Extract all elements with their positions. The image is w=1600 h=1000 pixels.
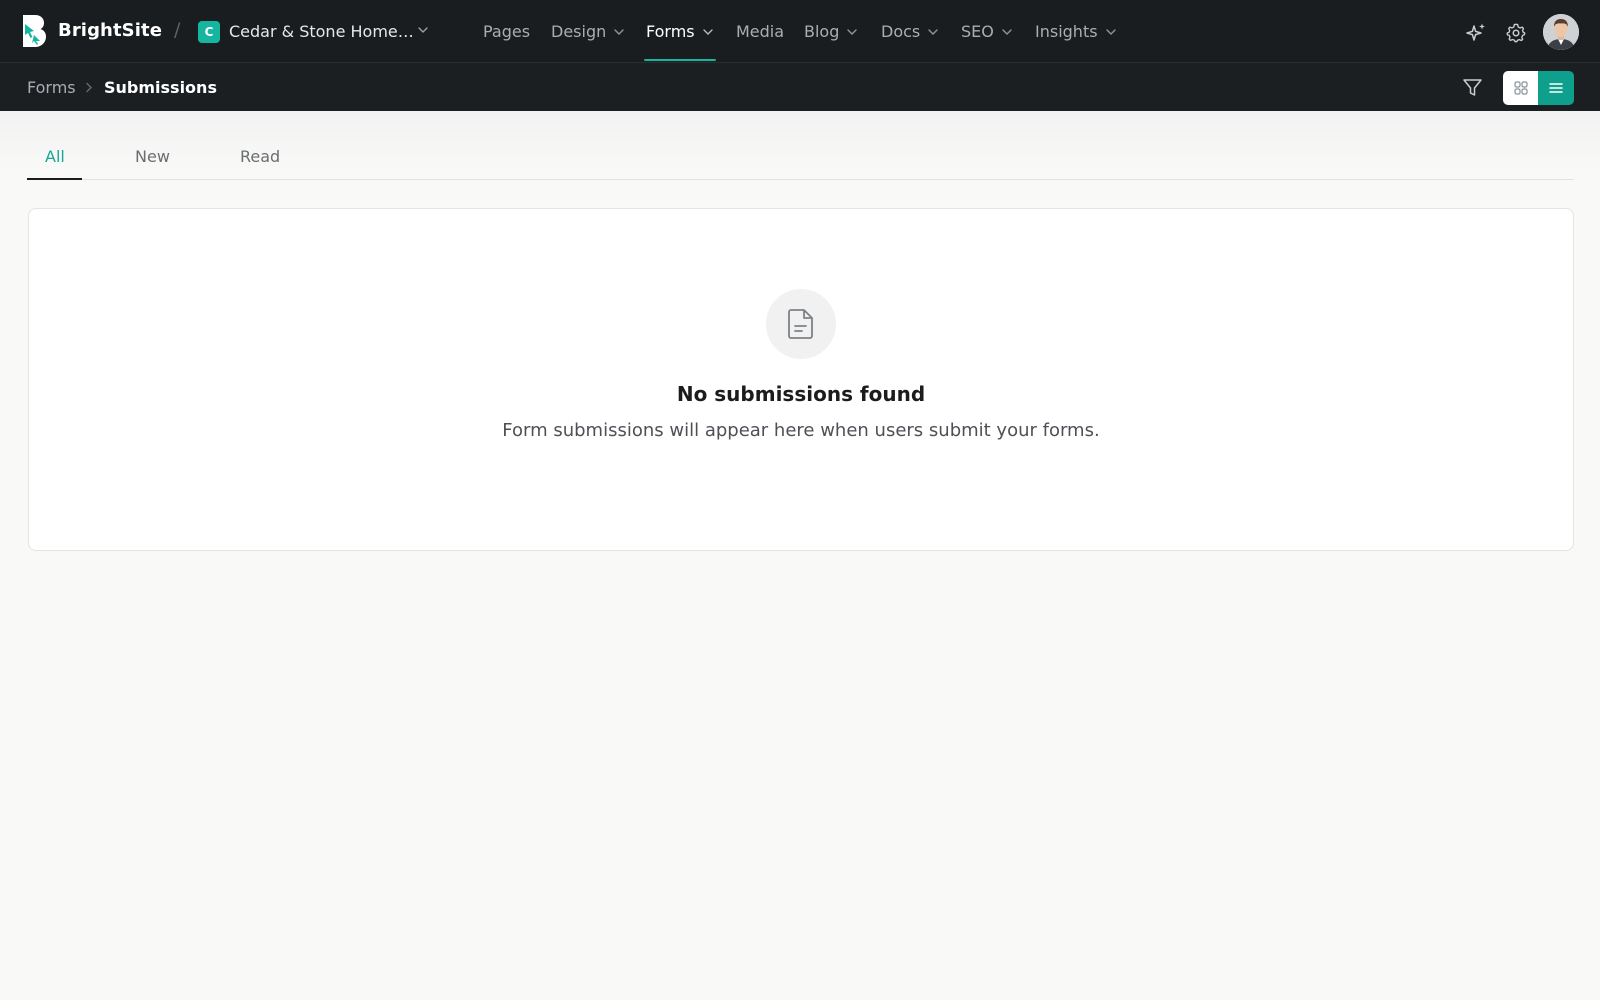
gear-icon[interactable] xyxy=(1505,22,1527,44)
nav-label: Pages xyxy=(483,22,531,41)
chevron-down-icon xyxy=(928,29,938,35)
empty-state-card: No submissions found Form submissions wi… xyxy=(28,208,1574,551)
nav-label: Media xyxy=(736,22,785,41)
nav-label: Docs xyxy=(881,22,921,41)
nav-media[interactable]: Media xyxy=(736,0,784,63)
filter-icon[interactable] xyxy=(1462,78,1483,98)
empty-state-icon-circle xyxy=(766,289,836,359)
tab-new[interactable]: New xyxy=(135,147,170,166)
nav-design[interactable]: Design xyxy=(551,0,624,63)
avatar-portrait-icon xyxy=(1543,14,1579,50)
brightsite-logo-icon[interactable] xyxy=(21,15,46,47)
user-avatar[interactable] xyxy=(1543,14,1579,50)
chevron-down-icon xyxy=(702,29,713,35)
breadcrumb-current: Submissions xyxy=(104,78,217,97)
list-view-icon xyxy=(1549,83,1563,93)
empty-state-title: No submissions found xyxy=(676,382,926,406)
site-switcher[interactable]: Cedar & Stone Home… xyxy=(229,22,414,41)
tab-all[interactable]: All xyxy=(45,147,65,166)
chevron-down-icon[interactable] xyxy=(418,27,428,33)
breadcrumb-forms[interactable]: Forms xyxy=(27,78,76,97)
sparkle-icon[interactable] xyxy=(1465,22,1487,44)
nav-label: SEO xyxy=(961,22,994,41)
site-badge[interactable]: C xyxy=(198,21,220,43)
tab-read[interactable]: Read xyxy=(240,147,280,166)
grid-view-icon xyxy=(1513,81,1528,95)
chevron-down-icon xyxy=(1105,29,1116,35)
chevron-right-icon xyxy=(86,82,92,93)
brand-separator: / xyxy=(174,19,181,41)
nav-pages[interactable]: Pages xyxy=(483,0,530,63)
nav-blog[interactable]: Blog xyxy=(804,0,858,63)
nav-active-indicator xyxy=(644,59,716,61)
tab-active-indicator xyxy=(27,178,82,180)
nav-label: Forms xyxy=(646,22,695,41)
top-navbar: BrightSite / C Cedar & Stone Home… Pages… xyxy=(0,0,1600,63)
breadcrumb-bar: Forms Submissions xyxy=(0,63,1600,111)
chevron-down-icon xyxy=(1002,29,1012,35)
empty-state-description: Form submissions will appear here when u… xyxy=(502,420,1100,441)
chevron-down-icon xyxy=(614,29,624,35)
grid-view-button[interactable] xyxy=(1503,71,1538,105)
view-toggle xyxy=(1503,71,1574,105)
tabs-divider xyxy=(27,179,1574,180)
nav-label: Design xyxy=(551,22,607,41)
nav-label: Blog xyxy=(804,22,840,41)
nav-label: Insights xyxy=(1035,22,1098,41)
brand-name[interactable]: BrightSite xyxy=(58,20,162,41)
chevron-down-icon xyxy=(847,29,858,35)
document-icon xyxy=(788,309,813,339)
nav-seo[interactable]: SEO xyxy=(961,0,1012,63)
list-view-button[interactable] xyxy=(1538,71,1574,105)
nav-forms[interactable]: Forms xyxy=(646,0,713,63)
nav-docs[interactable]: Docs xyxy=(881,0,938,63)
nav-insights[interactable]: Insights xyxy=(1035,0,1116,63)
